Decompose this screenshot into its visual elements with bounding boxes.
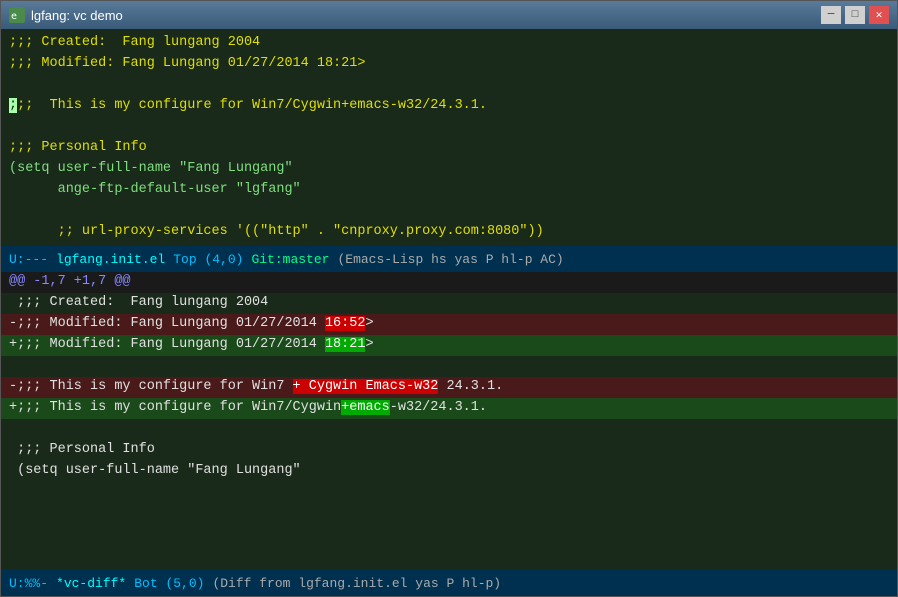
bottom-filename: *vc-diff* xyxy=(56,576,126,591)
diff-hunk-line: @@ -1,7 +1,7 @@ xyxy=(1,272,897,293)
code-line: ange-ftp-default-user "lgfang" xyxy=(1,180,897,201)
diff-removed-line: -;;; Modified: Fang Lungang 01/27/2014 1… xyxy=(1,314,897,335)
code-line-empty xyxy=(1,201,897,222)
app-icon: e xyxy=(9,7,25,23)
code-line: ;;; Modified: Fang Lungang 01/27/2014 18… xyxy=(1,54,897,75)
editor-area: ;;; Created: Fang lungang 2004 ;;; Modif… xyxy=(1,29,897,596)
diff-removed-highlight3: Emacs-w32 xyxy=(365,379,438,394)
code-line: ;; url-proxy-services '(("http" . "cnpro… xyxy=(1,222,897,243)
top-modes: (Emacs-Lisp hs yas P hl-p AC) xyxy=(337,252,563,267)
code-line: ;;; Personal Info xyxy=(1,138,897,159)
mode-indicator: U:--- xyxy=(9,252,48,267)
window-title: lgfang: vc demo xyxy=(31,8,821,23)
diff-added-line2: +;;; This is my configure for Win7/Cygwi… xyxy=(1,398,897,419)
bottom-mode: U:%%- xyxy=(9,576,48,591)
title-bar: e lgfang: vc demo ─ □ ✕ xyxy=(1,1,897,29)
code-line: (setq user-full-name "Fang Lungang" xyxy=(1,159,897,180)
window-controls: ─ □ ✕ xyxy=(821,6,889,24)
cursor: ; xyxy=(9,98,17,113)
code-line-empty xyxy=(1,75,897,96)
diff-area: @@ -1,7 +1,7 @@ ;;; Created: Fang lungan… xyxy=(1,272,897,570)
top-git: Git:master xyxy=(251,252,329,267)
diff-added-line: +;;; Modified: Fang Lungang 01/27/2014 1… xyxy=(1,335,897,356)
diff-added-highlight: 18:21 xyxy=(325,337,366,352)
bottom-info: (Diff from lgfang.init.el yas P hl-p) xyxy=(212,576,501,591)
close-button[interactable]: ✕ xyxy=(869,6,889,24)
top-status-bar: U:--- lgfang.init.el Top (4,0) Git:maste… xyxy=(1,246,897,272)
diff-removed-line2: -;;; This is my configure for Win7 + Cyg… xyxy=(1,377,897,398)
diff-removed-highlight2: + Cygwin xyxy=(293,379,366,394)
bottom-status-bar: U:%%- *vc-diff* Bot (5,0) (Diff from lgf… xyxy=(1,570,897,596)
code-line: ;;; This is my configure for Win7/Cygwin… xyxy=(1,96,897,117)
top-filename: lgfang.init.el xyxy=(56,252,165,267)
bottom-pane: @@ -1,7 +1,7 @@ ;;; Created: Fang lungan… xyxy=(1,272,897,596)
code-line-empty xyxy=(1,117,897,138)
bottom-position: Bot (5,0) xyxy=(134,576,204,591)
main-window: e lgfang: vc demo ─ □ ✕ ;;; Created: Fan… xyxy=(0,0,898,597)
diff-empty-line2 xyxy=(1,419,897,440)
svg-text:e: e xyxy=(11,11,17,22)
diff-context-line: ;;; Created: Fang lungang 2004 xyxy=(1,293,897,314)
diff-added-highlight2: +emacs xyxy=(341,400,390,415)
diff-context-line2: ;;; Personal Info xyxy=(1,440,897,461)
top-pane: ;;; Created: Fang lungang 2004 ;;; Modif… xyxy=(1,29,897,246)
diff-context-line3: (setq user-full-name "Fang Lungang" xyxy=(1,461,897,482)
code-line: ;;; Created: Fang lungang 2004 xyxy=(1,33,897,54)
diff-empty-line xyxy=(1,356,897,377)
minimize-button[interactable]: ─ xyxy=(821,6,841,24)
diff-removed-highlight: 16:52 xyxy=(325,316,366,331)
maximize-button[interactable]: □ xyxy=(845,6,865,24)
top-position: Top (4,0) xyxy=(173,252,243,267)
